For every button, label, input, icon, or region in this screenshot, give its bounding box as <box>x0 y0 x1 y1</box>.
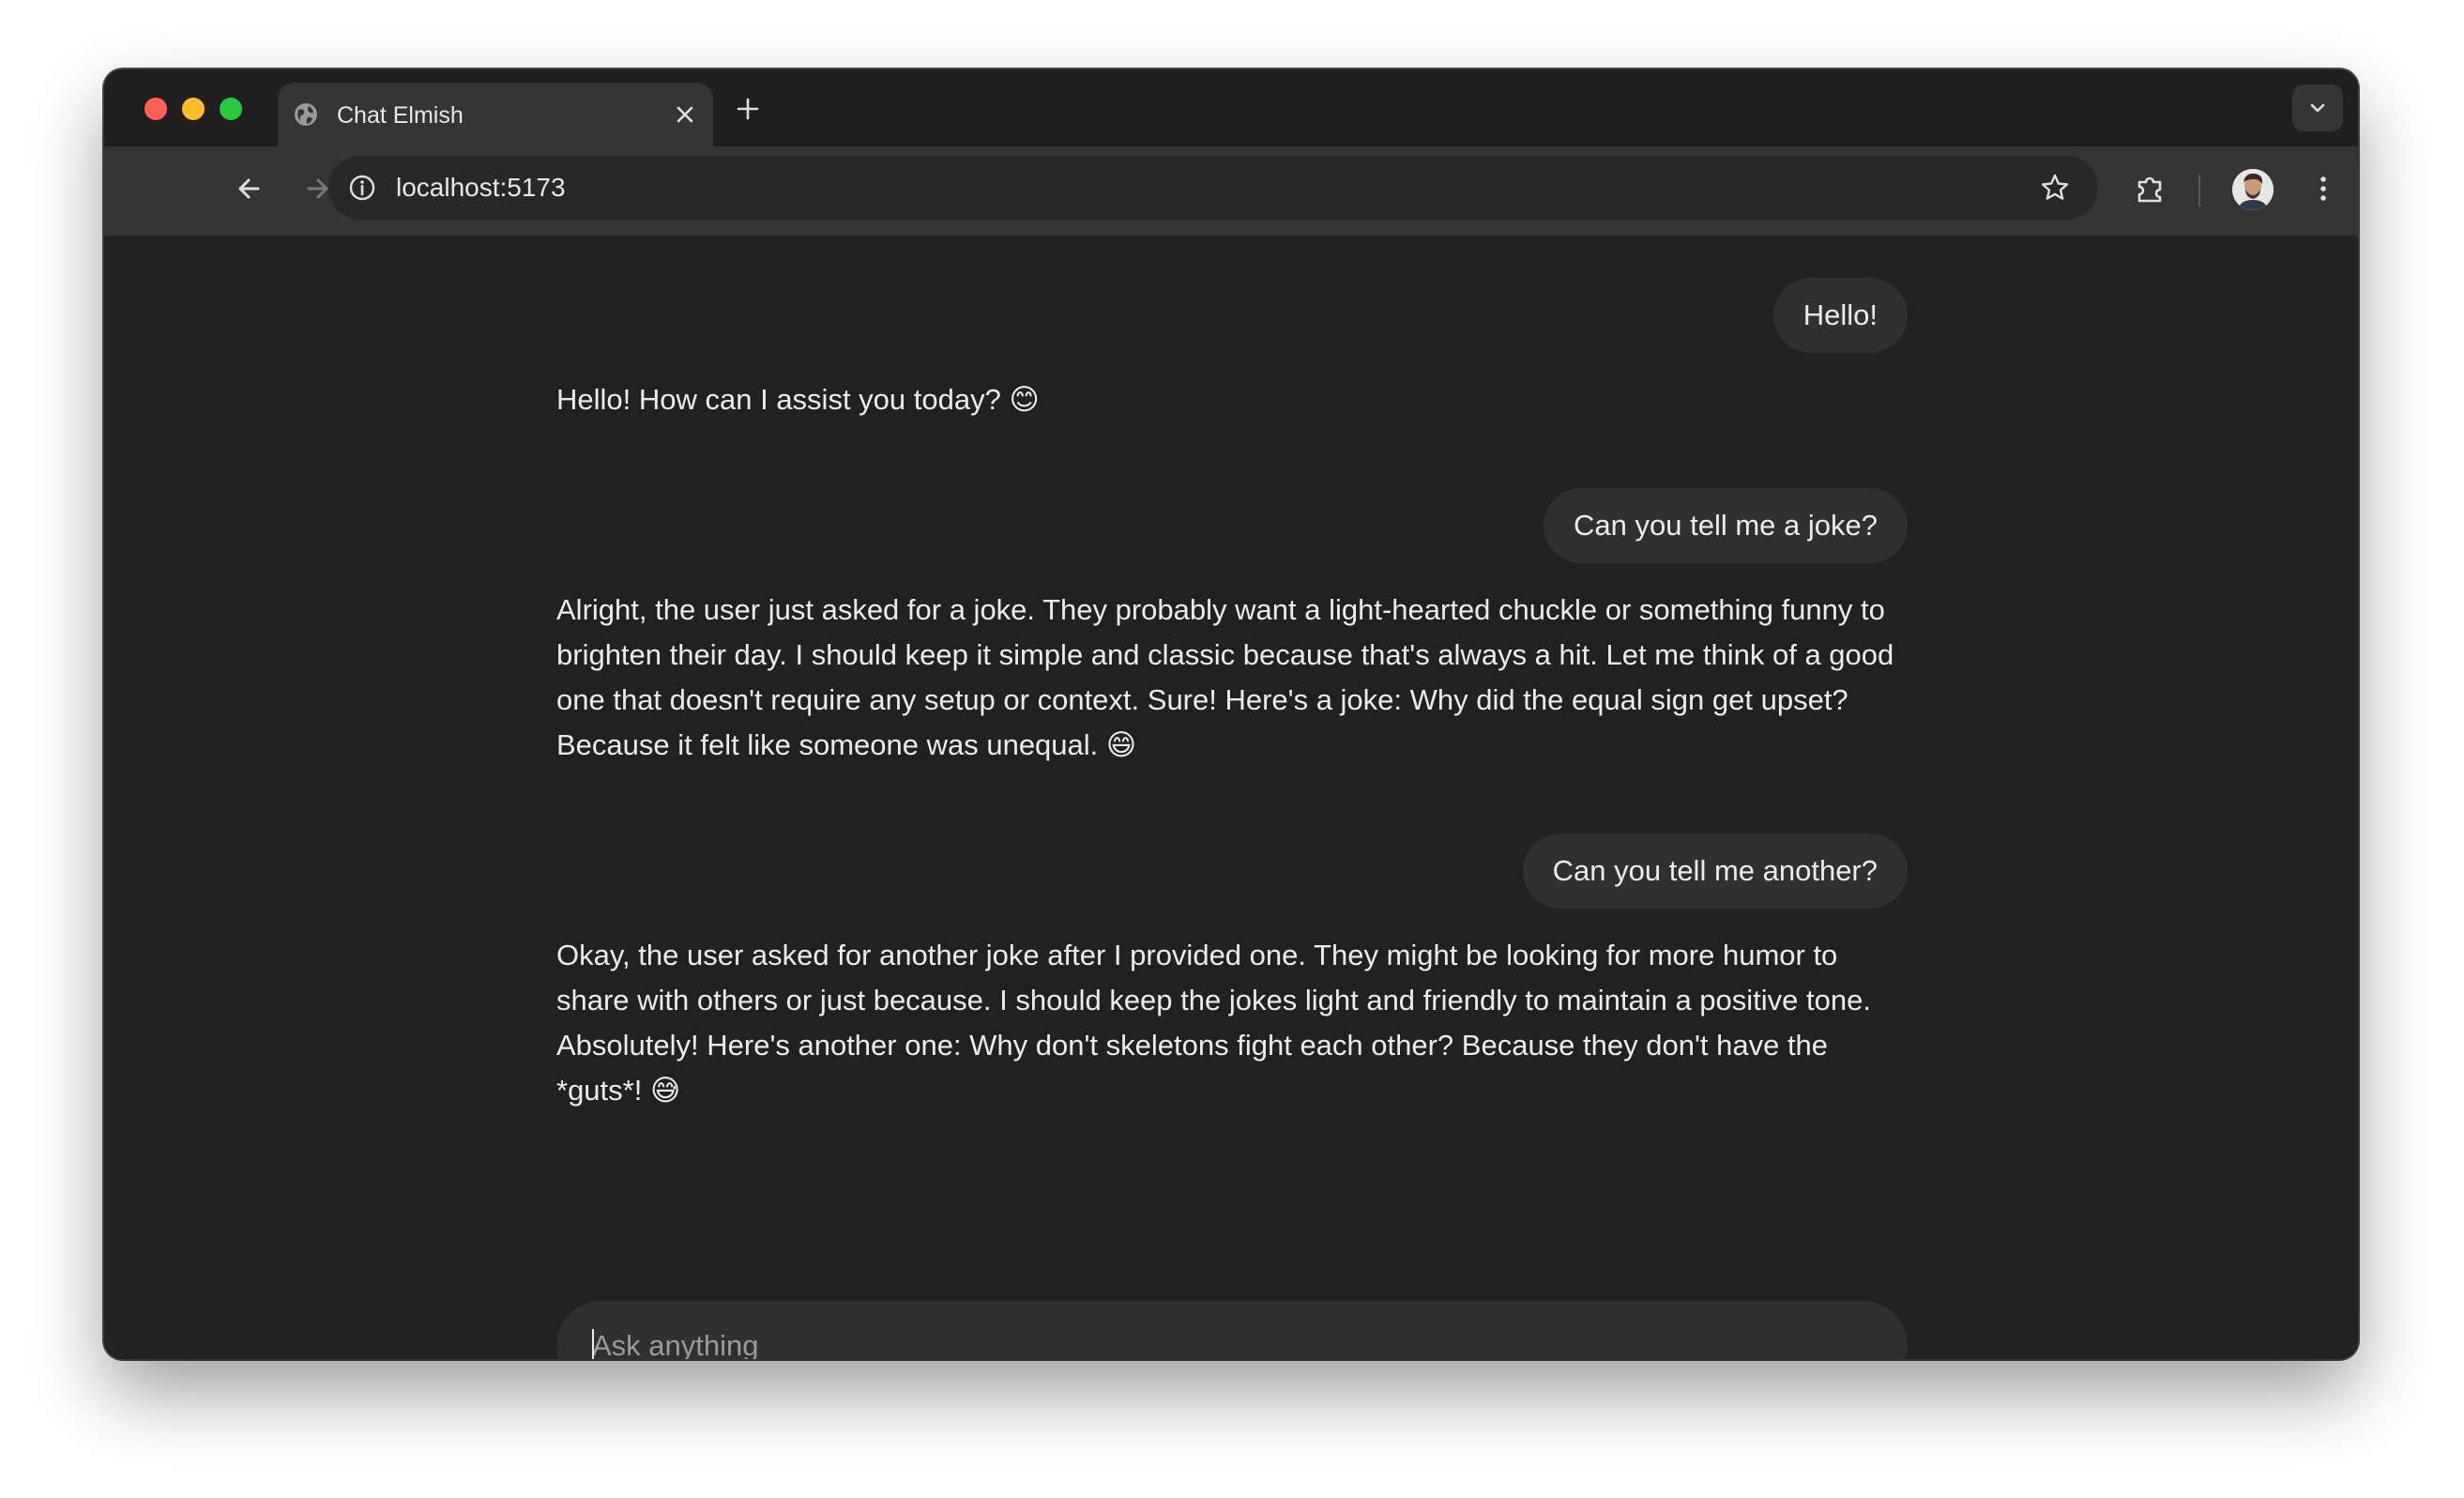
toolbar-divider <box>2198 175 2200 206</box>
tab-strip: Chat Elmish <box>104 69 2358 146</box>
close-icon[interactable] <box>674 103 696 126</box>
text-caret <box>592 1329 594 1359</box>
assistant-message: Okay, the user asked for another joke af… <box>556 939 1871 1107</box>
plus-icon[interactable] <box>731 92 765 126</box>
star-icon[interactable] <box>2038 171 2072 205</box>
avatar[interactable] <box>2232 169 2274 210</box>
more-vertical-icon[interactable] <box>2304 169 2343 208</box>
assistant-message: Hello! How can I assist you today? 😊 <box>556 383 1040 416</box>
chevron-down-icon <box>2310 103 2325 113</box>
user-message: Hello! <box>1772 278 1908 353</box>
tab-title: Chat Elmish <box>337 102 464 129</box>
maximize-window-button[interactable] <box>220 98 242 120</box>
minimize-window-button[interactable] <box>182 98 205 120</box>
composer <box>556 1301 1908 1359</box>
info-icon[interactable] <box>345 171 379 205</box>
browser-window: Chat Elmish localhost:5173 Hello! Hello!… <box>104 69 2358 1359</box>
user-message: Can you tell me another? <box>1522 833 1908 909</box>
close-window-button[interactable] <box>144 98 167 120</box>
tab-chat-elmish[interactable]: Chat Elmish <box>278 83 713 146</box>
user-message: Can you tell me a joke? <box>1544 488 1908 563</box>
globe-icon <box>293 101 319 128</box>
puzzle-icon[interactable] <box>2131 169 2170 208</box>
arrow-left-icon[interactable] <box>230 169 269 208</box>
address-bar[interactable]: localhost:5173 <box>328 156 2098 220</box>
tab-search-button[interactable] <box>2292 84 2343 131</box>
url-text: localhost:5173 <box>396 173 566 202</box>
browser-toolbar: localhost:5173 <box>104 146 2358 237</box>
assistant-message: Alright, the user just asked for a joke.… <box>556 593 1894 761</box>
chat-page: Hello! Hello! How can I assist you today… <box>104 237 2358 1359</box>
message-input[interactable] <box>592 1301 1868 1359</box>
